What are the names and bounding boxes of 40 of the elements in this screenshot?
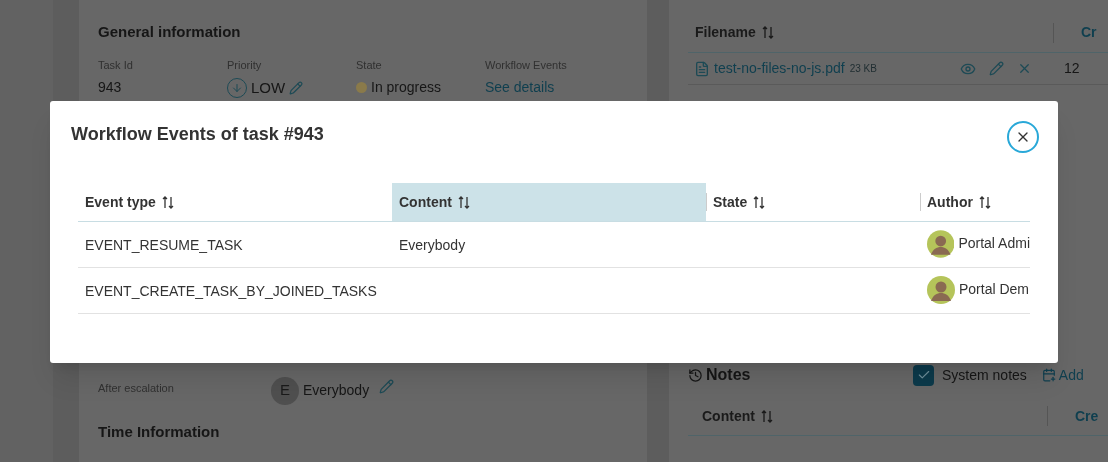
column-header[interactable]: Content — [702, 406, 1048, 426]
sort-icon[interactable] — [978, 195, 991, 209]
table-cell: EVENT_RESUME_TASK — [85, 236, 243, 253]
add-note-link[interactable]: Add — [1041, 364, 1084, 386]
close-button[interactable] — [1007, 121, 1039, 153]
section-title: Time Information — [98, 421, 221, 442]
edit-icon[interactable] — [379, 379, 395, 394]
sort-icon[interactable] — [753, 195, 766, 209]
avatar-icon — [927, 275, 955, 304]
avatar-icon — [927, 229, 955, 258]
checkbox[interactable] — [913, 364, 934, 386]
edit-icon[interactable] — [989, 61, 1004, 76]
field-value: Everybody — [303, 381, 370, 400]
column-header[interactable]: Cre — [1048, 405, 1108, 427]
section-title: General information — [98, 22, 242, 42]
author-name: Portal Dem — [959, 280, 1030, 299]
section-title: Notes — [706, 365, 752, 385]
edit-icon[interactable] — [289, 81, 304, 96]
sort-icon[interactable] — [161, 195, 174, 209]
field-value: 943 — [98, 78, 123, 97]
see-details-link[interactable]: See details — [485, 77, 614, 98]
pdf-file-icon — [694, 60, 710, 77]
close-icon[interactable] — [1017, 61, 1032, 76]
calendar-plus-icon — [1041, 368, 1056, 382]
table-cell: Everybody — [399, 236, 466, 253]
column-header[interactable]: Filename — [695, 22, 1054, 43]
field-value: In progress — [371, 78, 442, 97]
field-value: LOW — [251, 78, 286, 98]
table-cell: EVENT_CREATE_TASK_BY_JOINED_TASKS — [85, 282, 377, 299]
author-name: Portal Admi — [958, 234, 1030, 253]
file-link[interactable]: test-no-files-no-js.pdf — [714, 58, 845, 79]
column-header[interactable]: Content — [392, 183, 706, 221]
column-header[interactable]: Cr — [1054, 22, 1108, 43]
sort-icon[interactable] — [457, 195, 470, 209]
history-icon — [688, 367, 703, 383]
check-icon — [916, 368, 931, 382]
checkbox-label: System notes — [942, 365, 1027, 385]
dialog-title: Workflow Events of task #943 — [71, 123, 324, 146]
table-cell-text: 12 — [1064, 59, 1080, 78]
file-size: 23 KB — [849, 62, 877, 76]
